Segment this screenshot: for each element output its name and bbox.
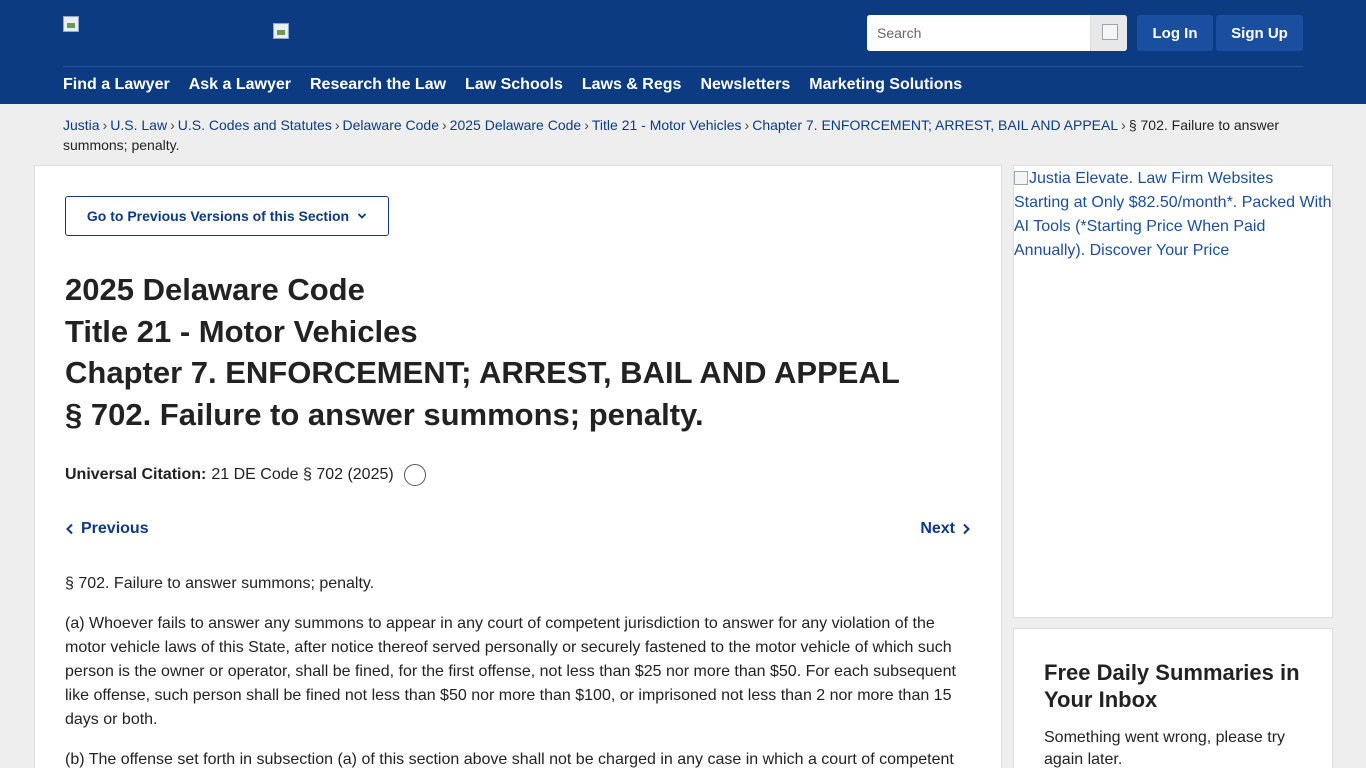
secondary-logo-image[interactable] bbox=[273, 23, 289, 39]
title-chapter: Chapter 7. ENFORCEMENT; ARREST, BAIL AND… bbox=[65, 355, 900, 390]
title-title: Title 21 - Motor Vehicles bbox=[65, 313, 418, 349]
nav-find-a-lawyer[interactable]: Find a Lawyer bbox=[63, 76, 170, 96]
next-label: Next bbox=[920, 520, 955, 537]
title-code: 2025 Delaware Code bbox=[65, 272, 365, 307]
chevron-right-icon bbox=[963, 523, 970, 535]
ad-alt-text: Justia Elevate. Law Firm Websites Starti… bbox=[1014, 170, 1332, 259]
breadcrumb-link[interactable]: Delaware Code bbox=[343, 117, 440, 133]
statute-paragraph: (a) Whoever fails to answer any summons … bbox=[65, 615, 956, 728]
breadcrumb-link[interactable]: U.S. Codes and Statutes bbox=[178, 117, 332, 133]
nav-law-schools[interactable]: Law Schools bbox=[465, 76, 563, 96]
signup-button[interactable]: Sign Up bbox=[1216, 15, 1303, 51]
nav-marketing-solutions[interactable]: Marketing Solutions bbox=[809, 76, 962, 96]
breadcrumb-separator: › bbox=[1121, 117, 1126, 133]
header-divider bbox=[63, 66, 1303, 67]
chevron-left-icon bbox=[66, 523, 73, 535]
breadcrumb-link[interactable]: Justia bbox=[63, 117, 100, 133]
breadcrumb: Justia › U.S. Law › U.S. Codes and Statutes ›… bbox=[63, 115, 1313, 155]
search-button[interactable] bbox=[1090, 15, 1127, 51]
copy-citation-icon[interactable] bbox=[403, 464, 426, 486]
previous-section-link[interactable]: Previous bbox=[65, 520, 149, 538]
chevron-down-icon bbox=[357, 213, 367, 219]
newsletter-title: Free Daily Summaries in Your Inbox bbox=[1044, 660, 1300, 712]
ad-link[interactable]: Justia Elevate. Law Firm Websites Starti… bbox=[1014, 166, 1332, 263]
previous-versions-label: Go to Previous Versions of this Section bbox=[86, 208, 350, 224]
previous-label: Previous bbox=[81, 520, 149, 537]
newsletter-message: Something went wrong, please try again l… bbox=[1044, 729, 1286, 768]
breadcrumb-separator: › bbox=[584, 117, 589, 133]
login-button[interactable]: Log In bbox=[1137, 15, 1213, 51]
citation-value: 21 DE Code § 702 (2025) bbox=[211, 466, 394, 483]
main-content: Go to Previous Versions of this Section … bbox=[34, 165, 1002, 768]
justia-logo-image[interactable] bbox=[63, 16, 79, 32]
search-input[interactable] bbox=[867, 15, 1090, 51]
statute-paragraph: (b) The offense set forth in subsection … bbox=[65, 751, 954, 768]
breadcrumb-separator: › bbox=[170, 117, 175, 133]
search-icon bbox=[1102, 24, 1118, 40]
next-section-link[interactable]: Next bbox=[920, 520, 971, 538]
statute-text: § 702. Failure to answer summons; penalt… bbox=[65, 572, 965, 768]
previous-versions-button[interactable]: Go to Previous Versions of this Section bbox=[65, 196, 389, 236]
nav-ask-a-lawyer[interactable]: Ask a Lawyer bbox=[189, 76, 291, 96]
breadcrumb-separator: › bbox=[744, 117, 750, 133]
nav-newsletters[interactable]: Newsletters bbox=[700, 76, 790, 96]
universal-citation: Universal Citation: 21 DE Code § 702 (20… bbox=[65, 464, 426, 486]
main-nav: Find a Lawyer Ask a Lawyer Research the … bbox=[63, 76, 981, 96]
breadcrumb-separator: › bbox=[442, 117, 447, 133]
broken-image-icon bbox=[1014, 171, 1028, 185]
search-box bbox=[867, 15, 1127, 51]
breadcrumb-link[interactable]: 2025 Delaware Code bbox=[450, 117, 582, 133]
sidebar-ad: Justia Elevate. Law Firm Websites Starti… bbox=[1013, 165, 1333, 618]
nav-research-the-law[interactable]: Research the Law bbox=[310, 76, 446, 96]
breadcrumb-link[interactable]: Title 21 - Motor Vehicles bbox=[592, 117, 742, 133]
citation-label: Universal Citation: bbox=[65, 466, 207, 483]
breadcrumb-link[interactable]: Chapter 7. ENFORCEMENT; ARREST, BAIL AND… bbox=[752, 117, 1118, 133]
page-title: 2025 Delaware Code Title 21 - Motor Vehi… bbox=[65, 269, 965, 435]
statute-heading: § 702. Failure to answer summons; penalt… bbox=[65, 575, 375, 592]
breadcrumb-link[interactable]: U.S. Law bbox=[110, 117, 167, 133]
newsletter-signup: Free Daily Summaries in Your Inbox Somet… bbox=[1013, 628, 1333, 768]
title-section: § 702. Failure to answer summons; penalt… bbox=[65, 396, 704, 432]
nav-laws-regs[interactable]: Laws & Regs bbox=[582, 76, 682, 96]
breadcrumb-separator: › bbox=[334, 117, 340, 133]
site-header: Log In Sign Up Find a Lawyer Ask a Lawye… bbox=[0, 0, 1366, 104]
breadcrumb-separator: › bbox=[102, 117, 108, 133]
